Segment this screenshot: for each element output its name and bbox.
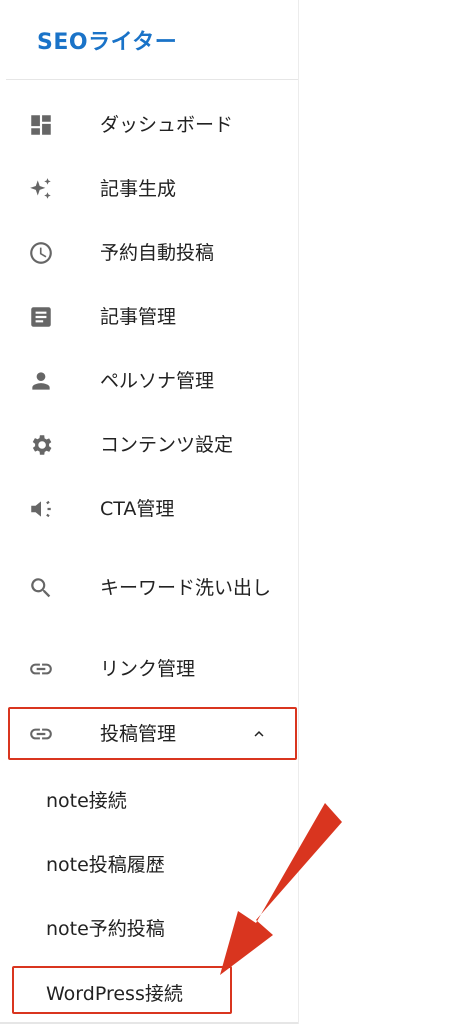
person-icon [28,368,54,394]
highlight-box-post-management [8,707,297,760]
submenu-item-note-scheduled[interactable]: note予約投稿 [46,914,165,941]
sidebar-item-article-management[interactable]: 記事管理 [0,285,298,349]
sidebar-item-label: ペルソナ管理 [100,370,215,392]
gear-icon [28,432,54,458]
sidebar-item-dashboard[interactable]: ダッシュボード [0,93,298,157]
megaphone-icon [28,496,54,522]
divider [6,79,298,80]
sidebar-item-keyword-extraction[interactable]: キーワード洗い出し [0,546,298,630]
sidebar-item-article-generation[interactable]: 記事生成 [0,157,298,221]
sidebar-item-label: 記事生成 [100,178,177,200]
sidebar-item-label: リンク管理 [100,658,196,680]
dashboard-icon [28,112,54,138]
sidebar-item-label: キーワード洗い出し [100,577,272,599]
article-icon [28,304,54,330]
submenu-item-note-connect[interactable]: note接続 [46,786,127,813]
link-icon [28,656,54,682]
sidebar-item-label: コンテンツ設定 [100,434,234,456]
sparkle-icon [28,176,54,202]
highlight-box-wordpress [12,966,232,1014]
sidebar-item-persona-management[interactable]: ペルソナ管理 [0,349,298,413]
sidebar-item-scheduled-posting[interactable]: 予約自動投稿 [0,221,298,285]
submenu-item-note-history[interactable]: note投稿履歴 [46,850,165,877]
sidebar-item-label: CTA管理 [100,498,175,520]
search-icon [28,575,54,601]
sidebar: SEOライター ダッシュボード 記事生成 予約自動投稿 記事管理 ペルソナ管理 [0,0,299,1024]
sidebar-item-content-settings[interactable]: コンテンツ設定 [0,413,298,477]
sidebar-item-cta-management[interactable]: CTA管理 [0,477,298,541]
clock-icon [28,240,54,266]
sidebar-item-label: ダッシュボード [100,114,234,136]
sidebar-item-label: 予約自動投稿 [100,242,215,264]
app-title[interactable]: SEOライター [37,24,177,56]
sidebar-item-link-management[interactable]: リンク管理 [0,637,298,701]
sidebar-item-label: 記事管理 [100,306,177,328]
